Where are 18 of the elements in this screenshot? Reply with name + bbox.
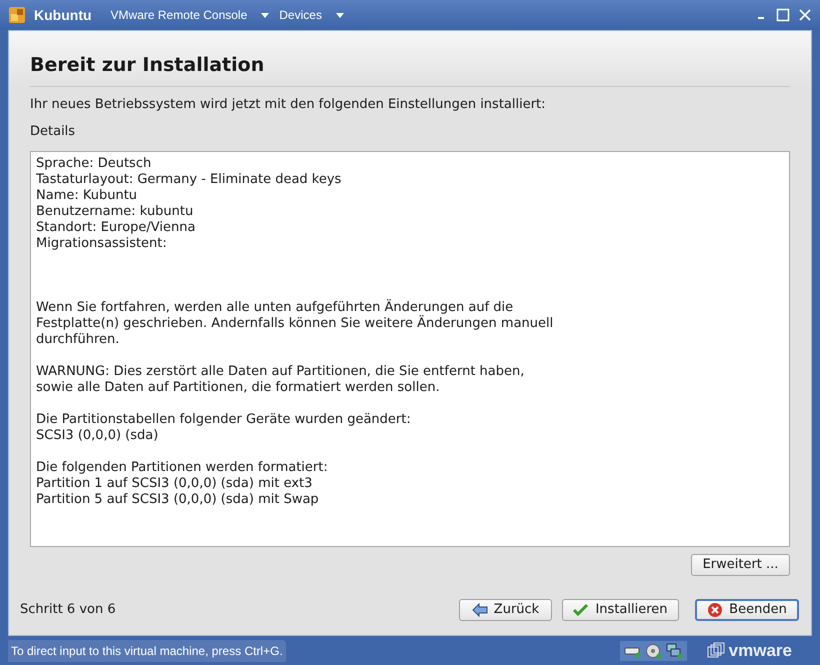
details-label: Details (30, 123, 76, 141)
vmware-logo: vmware (706, 638, 792, 664)
status-hint: To direct input to this virtual machine, press Ctrl+G. (8, 640, 286, 662)
quit-button[interactable]: Beenden (695, 598, 799, 620)
menu-button[interactable]: Devices (276, 6, 347, 24)
details-paragraph: Die Partitionstabellen folgender Geräte wurden geändert: SCSI3 (0,0,0) (sda) (36, 412, 412, 444)
step-counter: Schritt 6 von 6 (20, 600, 116, 619)
advanced-button[interactable]: Erweitert ... (691, 554, 790, 576)
install-button[interactable]: Installieren (562, 598, 679, 620)
details-paragraph: WARNUNG: Dies zerstört alle Daten auf Partitionen, die Sie entfernt haben, sowie alle Daten auf Partitionen, die formatiert werden sollen. (36, 364, 526, 396)
details-paragraph: Sprache: Deutsch Tastaturlayout: Germany - Eliminate dead keys Name: Kubuntu Benutzername: kubuntu Standort: Europe/Vienna Migrationsassistent: (36, 156, 342, 252)
details-paragraph: Die folgenden Partitionen werden formatiert: Partition 1 auf SCSI3 (0,0,0) (sda) mit ext3 Partition 5 auf SCSI3 (0,0,0) (sda) mit Swap (36, 460, 329, 508)
details-paragraph: Wenn Sie fortfahren, werden alle unten aufgeführten Änderungen auf die Festplatte(n) geschrieben. Andernfalls können Sie weitere Änderungen manuell durchführen. (36, 300, 554, 348)
page-heading: Bereit zur Installation (30, 51, 790, 86)
window-title: Kubuntu (34, 6, 92, 24)
menu-button[interactable]: VMware Remote Console (108, 6, 272, 24)
back-button[interactable]: Zurück (459, 598, 552, 620)
intro-text: Ihr neues Betriebssystem wird jetzt mit den folgenden Einstellungen installiert: (30, 96, 547, 114)
